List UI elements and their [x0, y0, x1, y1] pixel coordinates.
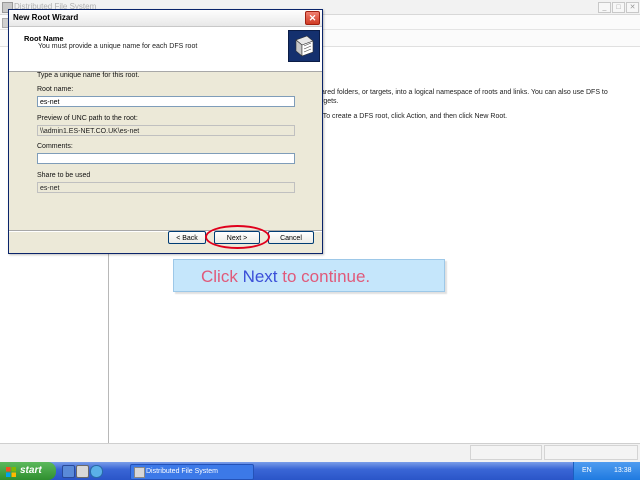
- tutorial-tooltip: Click Next to continue.: [173, 259, 445, 292]
- unc-preview-label: Preview of UNC path to the root:: [37, 115, 138, 122]
- language-indicator[interactable]: EN: [582, 467, 592, 474]
- internet-explorer-icon[interactable]: [90, 465, 103, 478]
- system-tray: EN 13:38: [573, 462, 640, 480]
- taskbar-item-label: Distributed File System: [146, 468, 218, 475]
- share-field: es-net: [37, 182, 295, 193]
- details-text-line: ared folders, or targets, into a logical…: [321, 89, 608, 96]
- start-label: start: [20, 465, 42, 476]
- tooltip-part: to continue.: [277, 267, 371, 286]
- dialog-title: New Root Wizard: [13, 13, 79, 22]
- share-label: Share to be used: [37, 172, 91, 179]
- comments-input[interactable]: [37, 153, 295, 164]
- instruction-text: Type a unique name for this root.: [37, 72, 140, 79]
- wizard-page-title: Root Name: [24, 34, 64, 43]
- back-button[interactable]: < Back: [168, 231, 206, 244]
- tooltip-highlight: Next: [242, 267, 278, 286]
- explorer-icon[interactable]: [76, 465, 89, 478]
- root-name-label: Root name:: [37, 86, 74, 93]
- cancel-button[interactable]: Cancel: [268, 231, 314, 244]
- root-name-input[interactable]: es-net: [37, 96, 295, 107]
- window-close-button[interactable]: ✕: [626, 2, 639, 13]
- show-desktop-icon[interactable]: [62, 465, 75, 478]
- details-text-line: rgets.: [321, 98, 339, 105]
- status-cell: [544, 445, 638, 460]
- start-button[interactable]: start: [0, 462, 56, 480]
- next-button-highlight-circle: [205, 225, 270, 249]
- details-text-line: t. To create a DFS root, click Action, a…: [317, 113, 508, 120]
- clock: 13:38: [614, 467, 632, 474]
- tooltip-part: Click: [201, 267, 243, 286]
- new-root-wizard-dialog: New Root Wizard ✕ Root Name You must pro…: [8, 9, 323, 254]
- dialog-titlebar: New Root Wizard ✕: [9, 10, 322, 27]
- mmc-app-icon: [134, 467, 145, 478]
- windows-logo-icon: [6, 466, 16, 477]
- unc-preview-field: \\admin1.ES-NET.CO.UK\es-net: [37, 125, 295, 136]
- comments-label: Comments:: [37, 143, 73, 150]
- taskbar-item-distributed-file-system[interactable]: Distributed File System: [130, 464, 254, 480]
- wizard-header: Root Name You must provide a unique name…: [9, 27, 322, 72]
- tooltip-text: Click Next to continue.: [201, 261, 370, 292]
- wizard-folder-icon: [288, 30, 320, 62]
- wizard-page-subtitle: You must provide a unique name for each …: [38, 43, 198, 50]
- maximize-button[interactable]: □: [612, 2, 625, 13]
- minimize-button[interactable]: _: [598, 2, 611, 13]
- dialog-close-button[interactable]: ✕: [305, 11, 320, 25]
- status-cell: [470, 445, 542, 460]
